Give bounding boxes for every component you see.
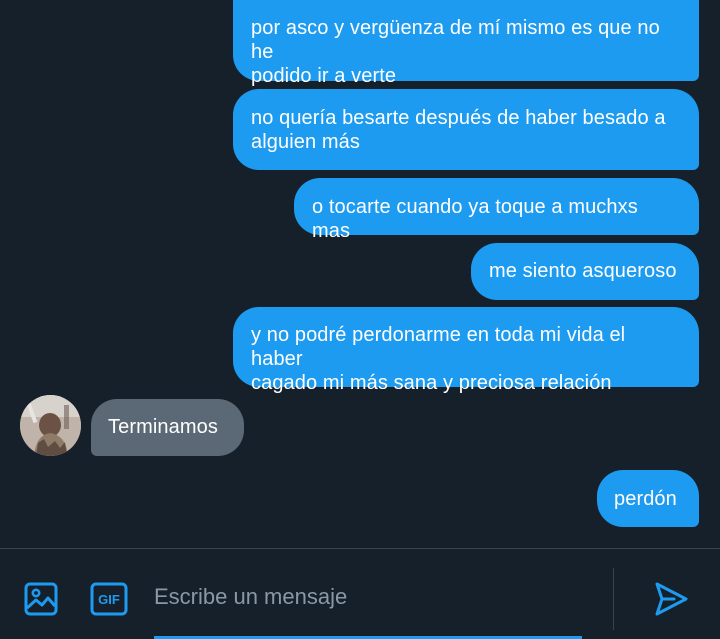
- message-bubble[interactable]: y no podré perdonarme en toda mi vida el…: [233, 307, 699, 394]
- composer-divider: [613, 568, 614, 630]
- message-line: no quería besarte después de haber besad…: [251, 107, 666, 129]
- message-line: alguien más: [251, 131, 360, 153]
- message-line: y no podré perdonarme en toda mi vida el…: [251, 324, 626, 370]
- message-line: por asco y vergüenza de mí mismo es que …: [251, 17, 660, 63]
- message-line: o tocarte cuando ya toque a muchxs mas: [312, 196, 638, 242]
- message-line: me siento asqueroso: [489, 260, 677, 282]
- gif-icon: GIF: [90, 582, 128, 616]
- conversation-view: por asco y vergüenza de mí mismo es que …: [0, 0, 720, 548]
- message-line: cagado mi más sana y preciosa relación: [251, 372, 612, 394]
- message-line: podido ir a verte: [251, 65, 397, 87]
- message-composer: GIF: [0, 548, 720, 639]
- message-bubble[interactable]: o tocarte cuando ya toque a muchxs mas: [294, 178, 699, 242]
- message-bubble[interactable]: Terminamos: [91, 399, 244, 456]
- avatar[interactable]: [20, 395, 81, 456]
- message-input-wrapper: [154, 577, 594, 617]
- message-bubble[interactable]: por asco y vergüenza de mí mismo es que …: [233, 0, 699, 87]
- gif-button[interactable]: GIF: [88, 578, 130, 620]
- media-button[interactable]: [20, 578, 62, 620]
- send-icon: [655, 582, 688, 616]
- avatar-photo: [20, 395, 81, 456]
- message-bubble[interactable]: perdón: [597, 470, 699, 527]
- image-icon: [24, 582, 58, 616]
- message-line: perdón: [614, 488, 677, 510]
- message-bubble[interactable]: me siento asqueroso: [471, 243, 699, 300]
- gif-label: GIF: [98, 592, 120, 607]
- send-button[interactable]: [650, 578, 692, 620]
- message-bubble[interactable]: no quería besarte después de haber besad…: [233, 89, 699, 170]
- message-input[interactable]: [154, 584, 594, 610]
- message-line: Terminamos: [108, 416, 218, 438]
